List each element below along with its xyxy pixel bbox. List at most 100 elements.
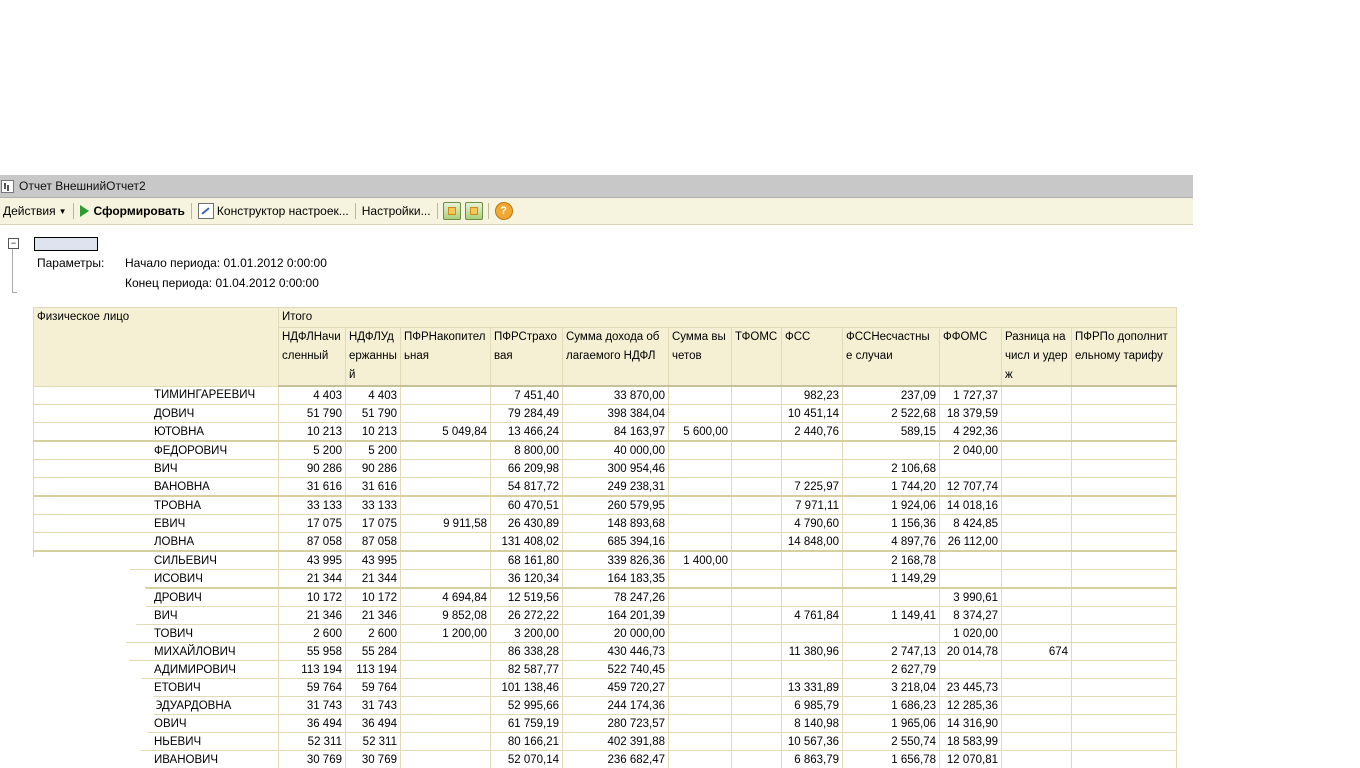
save-settings-icon[interactable] [464,202,483,220]
value-cell [1071,495,1177,515]
value-cell: 8 374,27 [939,606,1002,625]
value-cell: 26 112,00 [939,532,1002,552]
value-cell: 43 995 [278,550,346,570]
help-icon[interactable]: ? [494,202,513,220]
settings-button[interactable]: Настройки... [359,200,434,222]
column-header[interactable]: ПФРПо дополнительному тарифу [1071,327,1177,387]
value-cell [668,459,732,478]
table-row[interactable]: ДОВИЧ 51 790 51 790 79 284,49 398 384,04 10 4… [33,404,1177,423]
table-row[interactable]: ИВАНОВИЧ 30 769 30 769 52 070,14 236 682,47 6… [33,750,1177,768]
value-cell [1071,459,1177,478]
table-row[interactable]: НЬЕВИЧ 52 311 52 311 80 166,21 402 391,88 10 … [33,732,1177,751]
report-area: − Параметры: Начало периода: 01.01.2012 … [0,235,1193,768]
value-cell: 33 870,00 [562,385,669,405]
generate-button[interactable]: Сформировать [77,200,188,222]
table-row[interactable]: ДРОВИЧ 10 172 10 172 4 694,84 12 519,56 78 24… [33,587,1177,607]
value-cell: 80 166,21 [490,732,563,751]
settings-constructor-button[interactable]: Конструктор настроек... [195,200,352,222]
value-cell [731,678,782,697]
value-cell [1001,606,1072,625]
value-cell: 4 403 [345,385,401,405]
column-header-person[interactable]: Физическое лицо [33,307,279,387]
value-cell [400,532,491,552]
table-row[interactable]: ВИЧ 21 346 21 346 9 852,08 26 272,22 164 201,… [33,606,1177,625]
table-row[interactable]: АДИМИРОВИЧ 113 194 113 194 82 587,77 522 740… [33,660,1177,679]
column-header[interactable]: Сумма вычетов [668,327,732,387]
value-cell: 2 550,74 [842,732,940,751]
group-line [12,249,13,293]
table-row[interactable]: ЭДУАРДОВНА 31 743 31 743 52 995,66 244 174,3… [33,696,1177,715]
value-cell: 26 272,22 [490,606,563,625]
column-header[interactable]: ФССНесчастные случаи [842,327,940,387]
table-row[interactable]: ЮТОВНА 10 213 10 213 5 049,84 13 466,24 84 16… [33,422,1177,442]
value-cell [668,660,732,679]
value-cell: 249 238,31 [562,477,669,497]
column-header[interactable]: ТФОМС [731,327,782,387]
value-cell: 4 790,60 [781,514,843,533]
table-row[interactable]: ТРОВНА 33 133 33 133 60 470,51 260 579,95 7 9… [33,495,1177,515]
value-cell: 260 579,95 [562,495,669,515]
settings-label: Настройки... [361,204,431,218]
value-cell: 31 743 [345,696,401,715]
value-cell [1071,385,1177,405]
value-cell: 86 338,28 [490,642,563,661]
value-cell [668,514,732,533]
value-cell: 87 058 [345,532,401,552]
value-cell: 164 201,39 [562,606,669,625]
table-row[interactable]: ЕТОВИЧ 59 764 59 764 101 138,46 459 720,27 13… [33,678,1177,697]
load-settings-icon[interactable] [442,202,461,220]
value-cell [1071,440,1177,460]
report-table: Физическое лицо Итого НДФЛНачисленный НДФ… [33,307,1177,768]
column-header[interactable]: НДФЛНачисленный [278,327,346,387]
value-cell: 402 391,88 [562,732,669,751]
value-cell [400,385,491,405]
title-bar: Отчет ВнешнийОтчет2 [0,175,1193,198]
value-cell: 685 394,16 [562,532,669,552]
value-cell [1071,514,1177,533]
table-row[interactable]: ВИЧ 90 286 90 286 66 209,98 300 954,46 2 106,… [33,459,1177,478]
table-row[interactable]: ТОВИЧ 2 600 2 600 1 200,00 3 200,00 20 000,00… [33,624,1177,643]
value-cell [668,696,732,715]
actions-menu[interactable]: Действия ▼ [0,200,70,222]
report-title-cell[interactable] [34,237,98,251]
column-header[interactable]: ПФРНакопительная [400,327,491,387]
value-cell [668,624,732,643]
column-header[interactable]: ПФРСтраховая [490,327,563,387]
table-row[interactable]: ЛОВНА 87 058 87 058 131 408,02 685 394,16 14 … [33,532,1177,552]
value-cell: 4 694,84 [400,587,491,607]
value-cell [668,750,732,768]
table-row[interactable]: ВАНОВНА 31 616 31 616 54 817,72 249 238,31 7 … [33,477,1177,497]
value-cell: 8 800,00 [490,440,563,460]
value-cell: 300 954,46 [562,459,669,478]
value-cell: 90 286 [345,459,401,478]
value-cell [1071,732,1177,751]
value-cell [731,624,782,643]
value-cell [668,532,732,552]
table-row[interactable]: МИХАЙЛОВИЧ 55 958 55 284 86 338,28 430 446,7… [33,642,1177,661]
value-cell: 33 133 [345,495,401,515]
table-row[interactable]: ФЕДОРОВИЧ 5 200 5 200 8 800,00 40 000,00 2 04… [33,440,1177,460]
value-cell: 82 587,77 [490,660,563,679]
column-header[interactable]: Разница начисл и удерж [1001,327,1072,387]
value-cell: 23 445,73 [939,678,1002,697]
value-cell: 18 379,59 [939,404,1002,423]
column-header[interactable]: ФФОМС [939,327,1002,387]
value-cell [1001,514,1072,533]
chevron-down-icon: ▼ [58,206,67,216]
column-header[interactable]: Сумма дохода облагаемого НДФЛ [562,327,669,387]
table-row[interactable]: ТИМИНГАРЕЕВИЧ 4 403 4 403 7 451,40 33 870,00… [33,385,1177,405]
value-cell [1001,696,1072,715]
table-row[interactable]: ЕВИЧ 17 075 17 075 9 911,58 26 430,89 148 893… [33,514,1177,533]
value-cell: 7 451,40 [490,385,563,405]
value-cell [1001,459,1072,478]
value-cell [1071,660,1177,679]
table-row[interactable]: ИСОВИЧ 21 344 21 344 36 120,34 164 183,35 1 1… [33,569,1177,589]
column-header[interactable]: НДФЛУдержанный [345,327,401,387]
collapse-icon[interactable]: − [8,238,19,249]
table-row[interactable]: СИЛЬЕВИЧ 43 995 43 995 68 161,80 339 826,36 1… [33,550,1177,570]
value-cell: 5 600,00 [668,422,732,442]
column-header[interactable]: ФСС [781,327,843,387]
table-row[interactable]: ОВИЧ 36 494 36 494 61 759,19 280 723,57 8 140… [33,714,1177,733]
value-cell [939,550,1002,570]
table-header-row: Физическое лицо Итого [33,307,1177,387]
